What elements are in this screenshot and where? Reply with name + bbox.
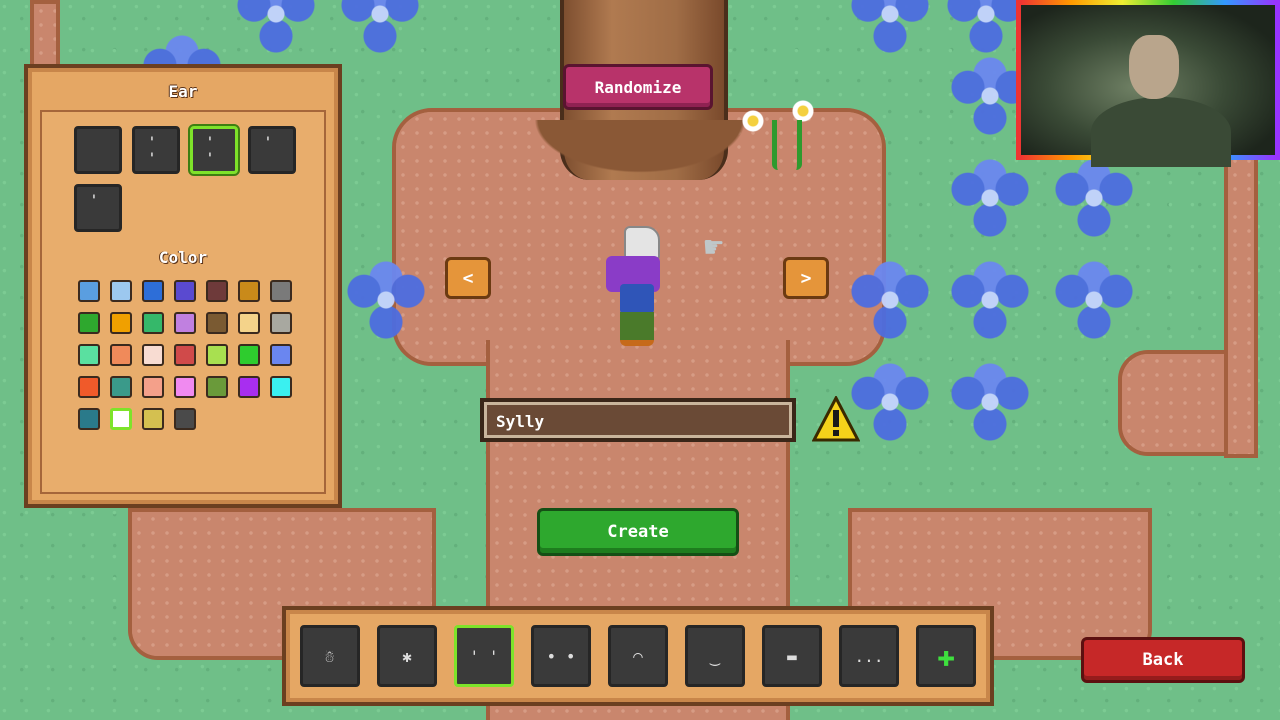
- blue-flower: [846, 256, 934, 344]
- color-section-title: Color: [158, 248, 208, 267]
- back-button[interactable]: Back: [1081, 637, 1245, 683]
- randomize-button[interactable]: Randomize: [563, 64, 713, 110]
- blue-flower: [946, 358, 1034, 446]
- ear-options-grid: ' ' ' ' ' ': [74, 124, 314, 246]
- color-swatch[interactable]: [78, 344, 100, 366]
- color-swatch[interactable]: [142, 376, 164, 398]
- hotbar-slot-mouth[interactable]: ‿: [685, 625, 745, 687]
- webcam-overlay: [1016, 0, 1280, 167]
- hotbar-slot-beard[interactable]: ▬: [762, 625, 822, 687]
- character-hat: [624, 226, 660, 260]
- color-swatch[interactable]: [110, 312, 132, 334]
- tree-roots: [520, 120, 760, 180]
- hair-icon: ✱: [402, 646, 412, 666]
- blue-flower: [1050, 154, 1138, 242]
- plant-stem: [772, 120, 802, 170]
- mouth-icon: ‿: [710, 646, 720, 666]
- ear-option-4[interactable]: ': [248, 126, 296, 174]
- move-icon: ✚: [936, 638, 956, 674]
- blue-flower: [846, 0, 934, 58]
- color-swatch[interactable]: [270, 312, 292, 334]
- color-swatch[interactable]: [174, 376, 196, 398]
- hotbar-slot-body[interactable]: ☃: [300, 625, 360, 687]
- ear-option-preview: ' ': [147, 135, 165, 167]
- hotbar-slot-hair[interactable]: ✱: [377, 625, 437, 687]
- color-swatch[interactable]: [206, 376, 228, 398]
- eyes-icon: • •: [546, 646, 576, 666]
- color-swatch[interactable]: [110, 376, 132, 398]
- ear-option-preview: ': [263, 135, 281, 151]
- color-swatch[interactable]: [238, 280, 260, 302]
- blue-flower: [1050, 256, 1138, 344]
- color-swatch[interactable]: [270, 344, 292, 366]
- color-swatch[interactable]: [206, 280, 228, 302]
- hand-pointer-icon: ☛: [704, 228, 724, 266]
- color-swatch[interactable]: [78, 376, 100, 398]
- color-swatch[interactable]: [78, 312, 100, 334]
- character-body: [620, 284, 654, 314]
- chevron-right-icon: >: [800, 267, 812, 289]
- color-swatch[interactable]: [142, 408, 164, 430]
- ear-option-5[interactable]: ': [74, 184, 122, 232]
- color-swatch[interactable]: [238, 344, 260, 366]
- blue-flower: [342, 256, 430, 344]
- daisy-flower: [792, 100, 814, 122]
- streamer-body: [1091, 97, 1231, 167]
- customization-panel: Ear ' ' ' ' ' ' Color: [24, 64, 342, 508]
- hotbar-slot-ears[interactable]: ' ': [454, 625, 514, 687]
- daisy-flower: [742, 110, 764, 132]
- ear-option-3[interactable]: ' ': [188, 124, 240, 176]
- color-swatch[interactable]: [238, 312, 260, 334]
- hotbar-slot-nose[interactable]: ◠: [608, 625, 668, 687]
- color-swatch[interactable]: [110, 408, 132, 430]
- nose-icon: ◠: [633, 646, 643, 666]
- color-swatch[interactable]: [142, 344, 164, 366]
- dirt-border-right: [1224, 150, 1258, 458]
- character-legs: [620, 312, 654, 346]
- chevron-left-icon: <: [462, 267, 474, 289]
- blue-flower: [336, 0, 424, 58]
- detail-icon: ...: [854, 646, 884, 666]
- hotbar-slot-eyes[interactable]: • •: [531, 625, 591, 687]
- ear-option-preview: ': [89, 193, 107, 209]
- color-swatch[interactable]: [174, 408, 196, 430]
- category-hotbar: ☃ ✱ ' ' • • ◠ ‿ ▬... ✚: [282, 606, 994, 706]
- create-button[interactable]: Create: [537, 508, 739, 556]
- blue-flower: [946, 154, 1034, 242]
- beard-icon: ▬: [787, 646, 797, 666]
- body-icon: ☃: [325, 646, 335, 666]
- hotbar-slot-move[interactable]: ✚: [916, 625, 976, 687]
- webcam-feed: [1021, 5, 1275, 167]
- warning-icon: [812, 396, 860, 442]
- character-name-input[interactable]: Sylly: [480, 398, 796, 442]
- blue-flower: [946, 256, 1034, 344]
- color-swatch[interactable]: [110, 280, 132, 302]
- panel-title-ear: Ear: [168, 82, 198, 101]
- color-swatch-grid: [78, 280, 308, 430]
- ear-option-preview: ' ': [205, 135, 223, 167]
- ear-option-2[interactable]: ' ': [132, 126, 180, 174]
- hotbar-slot-detail[interactable]: ...: [839, 625, 899, 687]
- next-arrow-button[interactable]: >: [783, 257, 829, 299]
- color-swatch[interactable]: [174, 344, 196, 366]
- color-swatch[interactable]: [238, 376, 260, 398]
- color-swatch[interactable]: [174, 312, 196, 334]
- color-swatch[interactable]: [142, 312, 164, 334]
- streamer-head: [1129, 35, 1179, 99]
- color-swatch[interactable]: [78, 408, 100, 430]
- blue-flower: [232, 0, 320, 58]
- color-swatch[interactable]: [174, 280, 196, 302]
- ears-icon: ' ': [469, 646, 499, 666]
- color-swatch[interactable]: [206, 312, 228, 334]
- color-swatch[interactable]: [142, 280, 164, 302]
- previous-arrow-button[interactable]: <: [445, 257, 491, 299]
- color-swatch[interactable]: [78, 280, 100, 302]
- ear-option-1[interactable]: [74, 126, 122, 174]
- color-swatch[interactable]: [110, 344, 132, 366]
- color-swatch[interactable]: [206, 344, 228, 366]
- color-swatch[interactable]: [270, 280, 292, 302]
- color-swatch[interactable]: [270, 376, 292, 398]
